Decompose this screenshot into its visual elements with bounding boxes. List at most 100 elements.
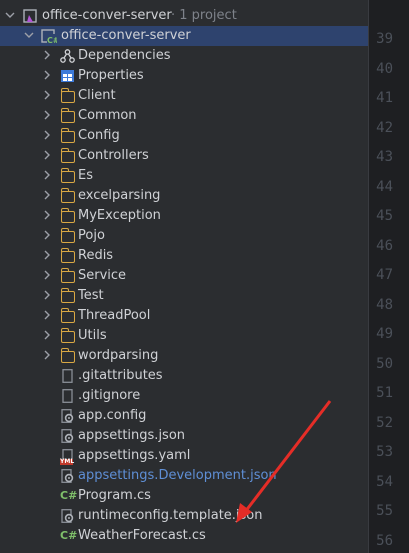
file-icon: [60, 389, 75, 403]
tree-file-row[interactable]: runtimeconfig.template.json: [0, 506, 368, 526]
tree-item-label: Common: [78, 108, 137, 123]
tree-item-excelparsing[interactable]: excelparsing: [0, 186, 368, 206]
folder-icon: [60, 228, 75, 243]
chevron-right-icon[interactable]: [41, 146, 53, 166]
chevron-right-icon[interactable]: [41, 306, 53, 326]
line-number: 53: [376, 444, 393, 460]
tree-item-properties[interactable]: Properties: [0, 66, 368, 86]
tree-file-row[interactable]: YML appsettings.yaml: [0, 446, 368, 466]
tree-file-row[interactable]: .gitignore: [0, 386, 368, 406]
csharp-project-icon: C#: [41, 29, 60, 45]
project-explorer-window: office-conver-server · 1 project C# offi…: [0, 0, 409, 553]
tree-item-controllers[interactable]: Controllers: [0, 146, 368, 166]
chevron-right-icon[interactable]: [41, 226, 53, 246]
tree-item-label: Utils: [78, 328, 107, 343]
config-file-icon: [60, 509, 75, 523]
tree-file-row[interactable]: C# Program.cs: [0, 486, 368, 506]
tree-item-redis[interactable]: Redis: [0, 246, 368, 266]
tree-item-label: Controllers: [78, 148, 149, 163]
line-number: 51: [376, 385, 393, 401]
chevron-right-icon[interactable]: [41, 246, 53, 266]
folder-icon: [60, 188, 75, 203]
project-tree[interactable]: office-conver-server · 1 project C# offi…: [0, 0, 368, 553]
chevron-down-icon[interactable]: [23, 26, 35, 46]
tree-item-es[interactable]: Es: [0, 166, 368, 186]
folder-icon: [60, 288, 75, 303]
tree-item-label: Properties: [78, 68, 144, 83]
tree-file-row[interactable]: app.config: [0, 406, 368, 426]
project-label: office-conver-server: [61, 28, 191, 43]
chevron-right-icon[interactable]: [41, 86, 53, 106]
folder-icon: [60, 248, 75, 263]
csharp-file-icon: C#: [60, 489, 78, 502]
tree-item-label: Client: [78, 88, 116, 103]
tree-file-row[interactable]: .gitattributes: [0, 366, 368, 386]
tree-item-label: Pojo: [78, 228, 105, 243]
folder-icon: [60, 328, 75, 343]
tree-item-test[interactable]: Test: [0, 286, 368, 306]
line-number: 46: [376, 237, 393, 254]
tree-file-label: runtimeconfig.template.json: [78, 508, 263, 523]
tree-item-service[interactable]: Service: [0, 266, 368, 286]
properties-icon: [60, 69, 75, 83]
tree-file-row[interactable]: appsettings.json: [0, 426, 368, 446]
chevron-right-icon[interactable]: [41, 166, 53, 186]
line-number: 45: [376, 208, 393, 224]
tree-file-row[interactable]: C# WeatherForecast.cs: [0, 526, 368, 546]
tree-item-pojo[interactable]: Pojo: [0, 226, 368, 246]
chevron-right-icon[interactable]: [41, 286, 53, 306]
folder-icon: [60, 128, 75, 143]
file-icon: [60, 369, 75, 383]
tree-file-label: .gitattributes: [78, 368, 163, 383]
editor-gutter: 39 40 41 42 43 44 45 46 47 48 49 50 51 52 53 54 55 56: [368, 0, 409, 553]
line-number: 47: [376, 267, 393, 283]
project-badge: C#: [47, 36, 57, 44]
tree-item-label: Config: [78, 128, 120, 143]
project-count: · 1 project: [171, 8, 237, 23]
solution-label: office-conver-server: [42, 8, 172, 23]
csharp-file-icon: C#: [60, 529, 78, 542]
chevron-right-icon[interactable]: [41, 66, 53, 86]
tree-item-wordparsing[interactable]: wordparsing: [0, 346, 368, 366]
line-number: 48: [376, 296, 393, 313]
tree-item-config[interactable]: Config: [0, 126, 368, 146]
chevron-right-icon[interactable]: [41, 346, 53, 366]
dependencies-icon: [60, 49, 75, 63]
tree-file-label: Program.cs: [78, 488, 151, 503]
folder-icon: [60, 348, 75, 363]
tree-item-client[interactable]: Client: [0, 86, 368, 106]
tree-item-label: Es: [78, 168, 93, 183]
chevron-right-icon[interactable]: [41, 126, 53, 146]
chevron-right-icon[interactable]: [41, 326, 53, 346]
line-number: 52: [376, 414, 393, 431]
chevron-right-icon[interactable]: [41, 106, 53, 126]
yaml-badge: YML: [60, 458, 75, 465]
line-number: 44: [376, 178, 393, 195]
solution-icon: [23, 9, 38, 23]
line-number: 41: [376, 90, 393, 106]
tree-project-row[interactable]: C# office-conver-server: [0, 26, 368, 46]
tree-item-label: Service: [78, 268, 127, 283]
chevron-right-icon[interactable]: [41, 186, 53, 206]
chevron-down-icon[interactable]: [4, 6, 16, 26]
folder-icon: [60, 108, 75, 123]
tree-item-label: ThreadPool: [78, 308, 151, 323]
tree-item-common[interactable]: Common: [0, 106, 368, 126]
chevron-right-icon[interactable]: [41, 266, 53, 286]
tree-file-label: WeatherForecast.cs: [78, 528, 206, 543]
tree-root-row[interactable]: office-conver-server · 1 project: [0, 6, 368, 26]
chevron-right-icon[interactable]: [41, 46, 53, 66]
config-file-icon: [60, 409, 75, 423]
tree-item-dependencies[interactable]: Dependencies: [0, 46, 368, 66]
tree-item-label: Dependencies: [78, 48, 171, 63]
tree-item-utils[interactable]: Utils: [0, 326, 368, 346]
tree-file-row[interactable]: appsettings.Development.json: [0, 466, 368, 486]
tree-item-label: Redis: [78, 248, 114, 263]
tree-item-myexception[interactable]: MyException: [0, 206, 368, 226]
line-number: 50: [376, 355, 393, 372]
tree-file-label: appsettings.yaml: [78, 448, 191, 463]
chevron-right-icon[interactable]: [41, 206, 53, 226]
tree-item-label: wordparsing: [78, 348, 159, 363]
tree-item-threadpool[interactable]: ThreadPool: [0, 306, 368, 326]
line-number: 39: [376, 31, 393, 47]
